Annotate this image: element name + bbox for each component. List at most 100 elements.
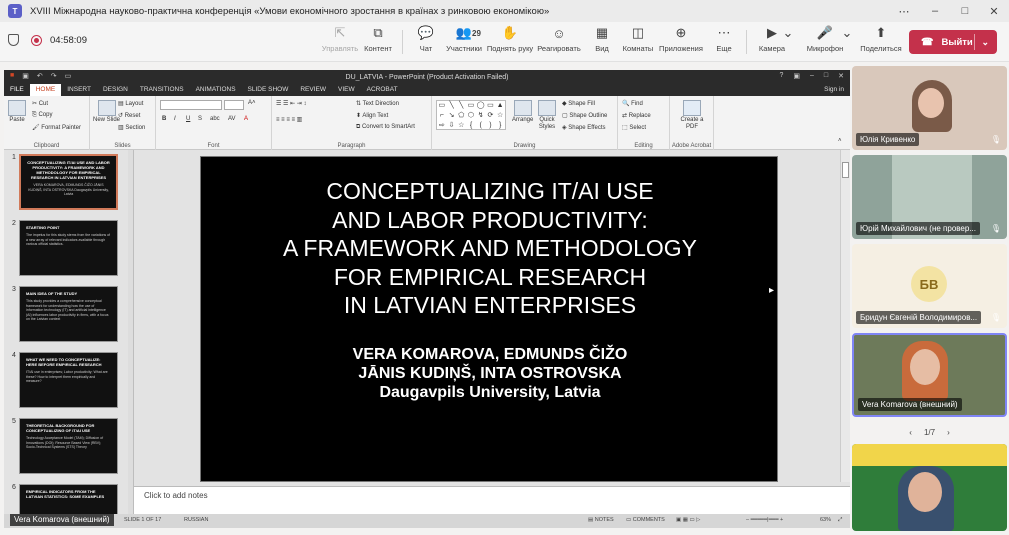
- tab-home[interactable]: HOME: [29, 84, 62, 96]
- comments-toggle[interactable]: ▭ COMMENTS: [626, 517, 665, 523]
- tab-slide-show[interactable]: SLIDE SHOW: [242, 84, 295, 96]
- spacing-icon[interactable]: AV: [228, 116, 236, 122]
- more-button[interactable]: ⋯ Еще: [702, 25, 746, 59]
- camera-options-button[interactable]: ⌄: [778, 25, 798, 59]
- help-icon[interactable]: ?: [779, 72, 783, 80]
- notes-toggle[interactable]: ▤ NOTES: [588, 517, 614, 523]
- replace-button[interactable]: ⇄ Replace: [622, 112, 651, 119]
- font-color-icon[interactable]: A: [244, 116, 248, 122]
- align-text-button[interactable]: ⬍ Align Text: [356, 112, 388, 119]
- tab-design[interactable]: DESIGN: [97, 84, 134, 96]
- view-buttons[interactable]: ▣ ▦ ▭ ▷: [676, 517, 700, 523]
- slide-thumbnail-2[interactable]: STARTING POINT The impetus for this stud…: [19, 220, 118, 276]
- minimize-icon[interactable]: –: [920, 0, 950, 22]
- close-icon[interactable]: ✕: [838, 72, 844, 80]
- underline-icon[interactable]: U: [186, 116, 190, 122]
- present-icon[interactable]: ▭: [65, 72, 72, 80]
- save-icon[interactable]: ▣: [22, 72, 29, 80]
- cut-button[interactable]: ✂ Cut: [32, 100, 48, 107]
- participant-tile[interactable]: Юлія Кривенко 🎙: [852, 66, 1007, 150]
- participants-button[interactable]: 👥 29 Участники: [442, 25, 486, 59]
- slide-thumbnail-5[interactable]: THEORETICAL BACKGROUND FOR CONCEPTUALIZI…: [19, 418, 118, 474]
- rooms-button[interactable]: ◫ Комнаты: [616, 25, 660, 59]
- notes-pane[interactable]: Click to add notes: [134, 486, 850, 514]
- participant-tile[interactable]: Юрій Михайлович (не провер... 🎙: [852, 155, 1007, 239]
- participant-tile[interactable]: [852, 444, 1007, 531]
- avatar: БВ: [911, 266, 947, 302]
- editor-scrollbar[interactable]: [840, 150, 850, 482]
- arrange-button[interactable]: Arrange: [512, 100, 533, 123]
- align-icons[interactable]: ≡ ≡ ≡ ≡ ▥: [276, 116, 302, 123]
- bold-icon[interactable]: B: [162, 116, 166, 122]
- slide-university[interactable]: Daugavpils University, Latvia: [201, 384, 779, 402]
- slide-title[interactable]: CONCEPTUALIZING IT/AI USE AND LABOR PROD…: [201, 177, 779, 320]
- chevron-down-icon[interactable]: ⌄: [981, 37, 989, 48]
- apps-button[interactable]: ⊕ Приложения: [659, 25, 703, 59]
- shape-effects-button[interactable]: ◈ Shape Effects: [562, 124, 606, 131]
- redo-icon[interactable]: ↷: [51, 72, 57, 80]
- leave-button[interactable]: ☎ Выйти ⌄: [909, 30, 997, 54]
- tab-insert[interactable]: INSERT: [61, 84, 97, 96]
- quick-styles-button[interactable]: Quick Styles: [536, 100, 558, 131]
- fit-slide-icon[interactable]: ⤢: [838, 517, 842, 524]
- font-name-input[interactable]: [160, 100, 222, 110]
- smartart-button[interactable]: ⧉ Convert to SmartArt: [356, 124, 415, 131]
- tab-view[interactable]: VIEW: [332, 84, 361, 96]
- undo-icon[interactable]: ↶: [37, 72, 43, 80]
- zoom-slider[interactable]: – ━━━━━|━━━ +: [746, 517, 783, 523]
- content-button[interactable]: ⧉ Контент: [356, 25, 400, 59]
- react-button[interactable]: ☺ Реагировать: [537, 25, 581, 59]
- strikethrough-icon[interactable]: abc: [210, 116, 220, 122]
- participant-tile[interactable]: БВ Бридун Євгеній Володимиров... 🎙: [852, 244, 1007, 328]
- maximize-icon[interactable]: □: [824, 72, 828, 80]
- maximize-icon[interactable]: □: [950, 0, 980, 22]
- collapse-ribbon-icon[interactable]: ˄: [838, 138, 842, 144]
- copy-button[interactable]: ⎘ Copy: [32, 112, 52, 119]
- microphone-options-button[interactable]: ⌄: [837, 25, 857, 59]
- bullets-icon[interactable]: ☰ ☰ ⇤ ⇥ ↕: [276, 100, 306, 107]
- shape-outline-button[interactable]: ▢ Shape Outline: [562, 112, 607, 119]
- slide-authors[interactable]: VERA KOMAROVA, EDMUNDS ČIŽO JĀNIS KUDIŅŠ…: [201, 345, 779, 383]
- shapes-gallery[interactable]: ▭ ╲ ╲ ▭ ◯ ▭ ▲ ⌐ ↘ ⬠ ⬡ ↯ ⟳ ☆ ⇨ ⇩ ☆{()}: [436, 100, 506, 130]
- scrollbar-thumb[interactable]: [842, 162, 849, 178]
- more-options-icon[interactable]: ⋯: [889, 0, 919, 22]
- text-direction-button[interactable]: ⇅ Text Direction: [356, 100, 399, 107]
- chevron-left-icon[interactable]: ‹: [909, 428, 912, 437]
- slide-thumbnail-4[interactable]: WHAT WE NEED TO CONCEPTUALIZE: HERE BEFO…: [19, 352, 118, 408]
- sign-in-link[interactable]: Sign in: [818, 84, 850, 96]
- tab-acrobat[interactable]: ACROBAT: [361, 84, 404, 96]
- chevron-right-icon[interactable]: ›: [947, 428, 950, 437]
- close-icon[interactable]: ✕: [979, 0, 1009, 22]
- ribbon-display-icon[interactable]: ▣: [793, 72, 800, 80]
- tab-review[interactable]: REVIEW: [294, 84, 332, 96]
- format-painter-button[interactable]: 🖌 Format Painter: [32, 124, 81, 131]
- slide-thumbnail-1[interactable]: CONCEPTUALIZING IT/AI USE AND LABOR PROD…: [19, 154, 118, 210]
- shape-fill-button[interactable]: ◆ Shape Fill: [562, 100, 595, 107]
- italic-icon[interactable]: I: [174, 116, 176, 122]
- minimize-icon[interactable]: –: [810, 72, 814, 80]
- raise-hand-button[interactable]: ✋ Поднять руку: [487, 25, 533, 59]
- share-button[interactable]: ⬆ Поделиться: [859, 25, 903, 59]
- paste-button[interactable]: Paste: [8, 100, 26, 123]
- layout-button[interactable]: ▤ Layout: [118, 100, 143, 107]
- slide-thumbnail-3[interactable]: MAIN IDEA OF THE STUDY This study provid…: [19, 286, 118, 342]
- font-size-input[interactable]: [224, 100, 244, 110]
- create-pdf-button[interactable]: Create a PDF: [674, 100, 710, 131]
- slide-thumbnail-6[interactable]: EMPIRICAL INDICATORS FROM THE LATVIAN ST…: [19, 484, 118, 514]
- reset-button[interactable]: ↺ Reset: [118, 112, 140, 119]
- tab-transitions[interactable]: TRANSITIONS: [134, 84, 190, 96]
- font-size-grow-icon[interactable]: A˄: [248, 100, 256, 106]
- new-slide-button[interactable]: New Slide: [93, 100, 120, 123]
- zoom-level[interactable]: 63%: [820, 517, 831, 523]
- current-slide[interactable]: CONCEPTUALIZING IT/AI USE AND LABOR PROD…: [200, 156, 778, 482]
- drawing-group-label: Drawing: [513, 143, 536, 149]
- tab-animations[interactable]: ANIMATIONS: [190, 84, 242, 96]
- shape-outline-label: Shape Outline: [569, 113, 608, 119]
- section-button[interactable]: ▥ Section: [118, 124, 145, 131]
- participant-tile-speaking[interactable]: Vera Komarova (внешний): [852, 333, 1007, 417]
- shadow-icon[interactable]: S: [198, 116, 202, 122]
- find-button[interactable]: 🔍 Find: [622, 100, 643, 107]
- select-button[interactable]: ⬚ Select: [622, 124, 646, 131]
- emoji-icon: ☺: [552, 25, 566, 41]
- tab-file[interactable]: FILE: [4, 84, 30, 96]
